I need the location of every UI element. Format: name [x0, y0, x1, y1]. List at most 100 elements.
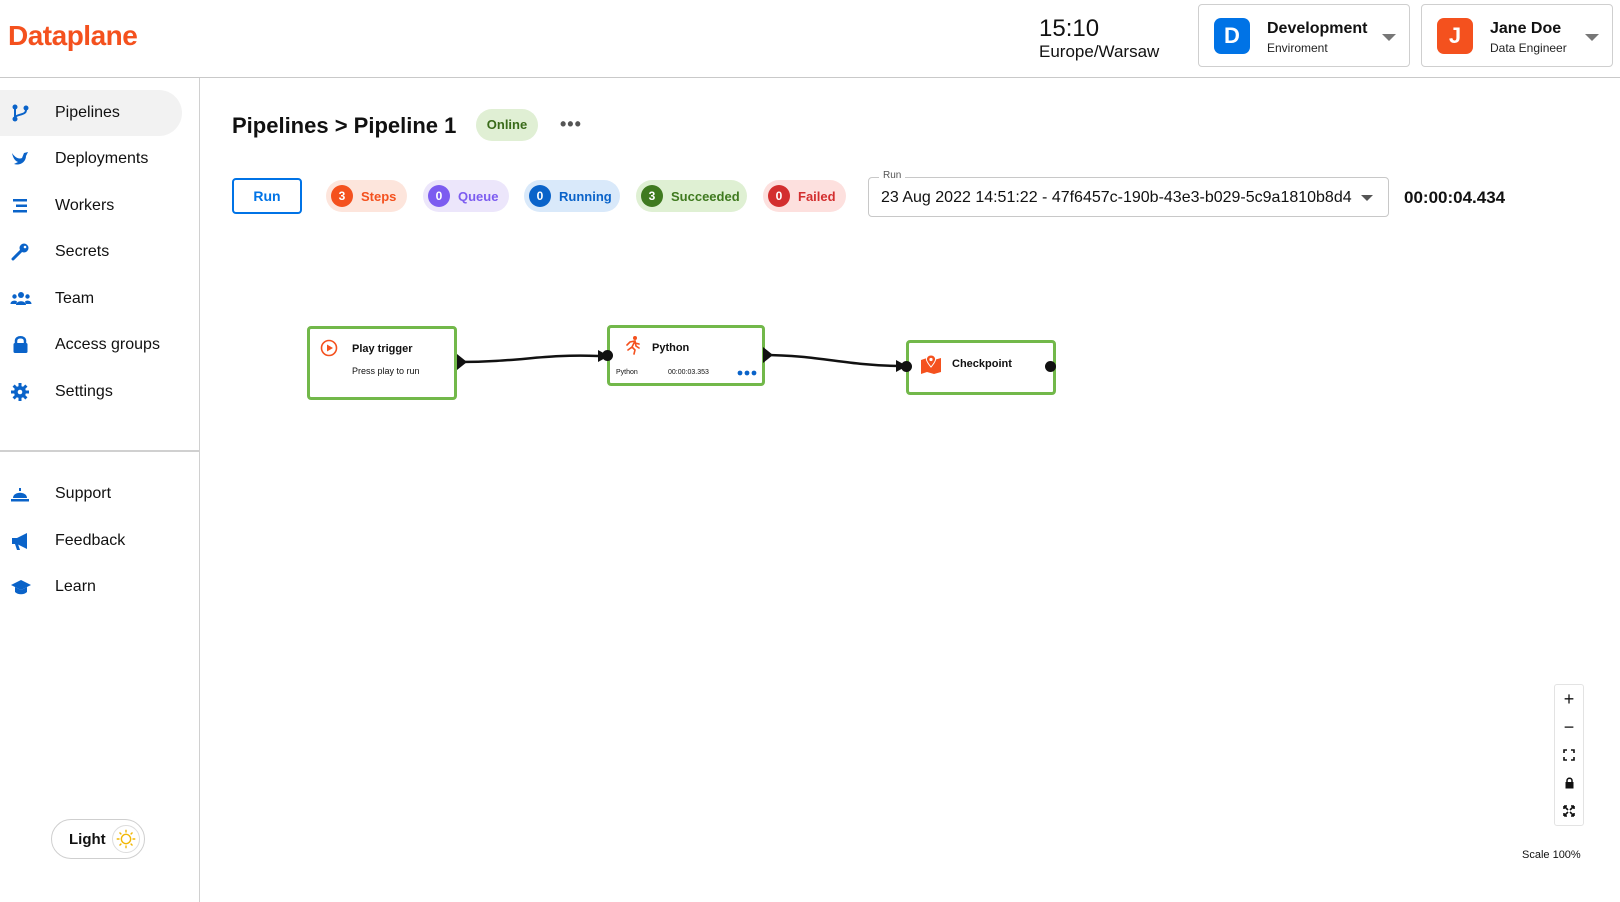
sidebar-item-label: Settings — [55, 383, 113, 400]
queue-count: 0 — [428, 185, 450, 207]
sidebar-item-label: Feedback — [55, 532, 126, 549]
theme-label: Light — [69, 831, 106, 848]
lock-canvas-button[interactable] — [1555, 769, 1583, 797]
elapsed-time: 00:00:04.434 — [1404, 188, 1506, 207]
sidebar-item-support[interactable]: Support — [0, 471, 182, 517]
sidebar-item-learn[interactable]: Learn — [0, 564, 182, 610]
zoom-in-button[interactable]: + — [1555, 685, 1583, 713]
sidebar-item-label: Secrets — [55, 243, 110, 260]
chevron-down-icon — [1585, 34, 1599, 41]
graduation-cap-icon — [11, 580, 31, 595]
list-icon — [13, 199, 27, 213]
sidebar-item-label: Workers — [55, 197, 115, 214]
key-icon — [11, 243, 29, 261]
failed-counter: 0 Failed — [763, 180, 846, 212]
node-menu-icon[interactable] — [737, 369, 757, 377]
user-name: Jane Doe — [1490, 20, 1562, 37]
sidebar-item-feedback[interactable]: Feedback — [0, 518, 182, 564]
sidebar-item-label: Team — [55, 290, 95, 307]
sidebar-item-label: Deployments — [55, 150, 149, 167]
output-port[interactable] — [457, 354, 467, 370]
node-title: Checkpoint — [952, 358, 1012, 370]
theme-toggle[interactable]: Light — [51, 819, 145, 859]
clock-timezone: Europe/Warsaw — [1039, 42, 1160, 61]
edge-trigger-python — [458, 354, 599, 364]
node-type: Python — [616, 369, 638, 376]
node-duration: 00:00:03.353 — [668, 369, 709, 376]
node-play-trigger[interactable]: Play trigger Press play to run — [307, 326, 457, 400]
sidebar-item-deployments[interactable]: Deployments — [0, 136, 182, 182]
run-select-value: 23 Aug 2022 14:51:22 - 47f6457c-190b-43e… — [881, 189, 1352, 206]
running-person-icon — [626, 336, 640, 355]
lock-icon — [1565, 777, 1573, 789]
input-port[interactable] — [602, 350, 613, 361]
sidebar-item-team[interactable]: Team — [0, 276, 182, 322]
breadcrumb: Pipelines > Pipeline 1 — [232, 113, 457, 138]
megaphone-icon — [12, 533, 27, 550]
sidebar-item-label: Access groups — [55, 336, 160, 353]
chevron-down-icon — [1361, 195, 1373, 201]
user-role: Data Engineer — [1490, 41, 1567, 55]
sidebar-item-settings[interactable]: Settings — [0, 369, 182, 415]
environment-selector[interactable]: D Development Enviroment — [1198, 4, 1410, 67]
sidebar-item-access-groups[interactable]: Access groups — [0, 322, 182, 368]
scale-label: Scale 100% — [1522, 849, 1581, 861]
succeeded-label: Succeeded — [671, 189, 740, 204]
clock: 15:10 Europe/Warsaw — [1039, 16, 1159, 62]
environment-name: Development — [1267, 20, 1368, 37]
sidebar-item-label: Pipelines — [55, 104, 120, 121]
steps-count: 3 — [331, 185, 353, 207]
play-circle-icon[interactable] — [320, 339, 338, 357]
edge-python-checkpoint — [760, 353, 900, 368]
user-menu[interactable]: J Jane Doe Data Engineer — [1421, 4, 1613, 67]
clock-time: 15:10 — [1039, 15, 1100, 42]
sidebar: Pipelines Deployments Workers Secrets Te… — [0, 78, 200, 902]
environment-label: Enviroment — [1267, 41, 1328, 55]
node-title: Play trigger — [352, 343, 413, 355]
running-count: 0 — [529, 185, 551, 207]
steps-label: Steps — [361, 189, 397, 204]
succeeded-counter: 3 Succeeded — [636, 180, 747, 212]
input-port[interactable] — [901, 361, 912, 372]
fit-view-icon — [1563, 749, 1575, 761]
sidebar-divider — [0, 450, 199, 452]
output-port[interactable] — [1045, 361, 1056, 372]
map-pin-icon — [921, 354, 941, 374]
pipeline-canvas[interactable]: Play trigger Press play to run Python Py… — [201, 240, 1620, 902]
sun-icon — [112, 825, 140, 853]
sidebar-item-pipelines[interactable]: Pipelines — [0, 90, 182, 136]
more-options-button[interactable]: ••• — [560, 114, 582, 135]
status-badge: Online — [476, 109, 538, 141]
queue-counter: 0 Queue — [423, 180, 509, 212]
app-logo[interactable]: Dataplane — [8, 20, 138, 52]
node-python[interactable]: Python Python 00:00:03.353 — [607, 325, 765, 386]
sidebar-item-label: Support — [55, 485, 112, 502]
succeeded-count: 3 — [641, 185, 663, 207]
failed-label: Failed — [798, 189, 836, 204]
node-title: Python — [652, 342, 690, 354]
sidebar-item-secrets[interactable]: Secrets — [0, 229, 182, 275]
user-avatar: J — [1437, 18, 1473, 54]
run-button[interactable]: Run — [232, 178, 302, 214]
sidebar-item-workers[interactable]: Workers — [0, 183, 182, 229]
node-checkpoint[interactable]: Checkpoint — [906, 340, 1056, 395]
chevron-down-icon — [1382, 34, 1396, 41]
zoom-out-button[interactable]: − — [1555, 713, 1583, 741]
run-select-legend: Run — [879, 170, 906, 181]
people-icon — [10, 292, 32, 305]
gear-icon — [11, 383, 29, 401]
steps-counter: 3 Steps — [326, 180, 407, 212]
sidebar-item-label: Learn — [55, 578, 96, 595]
bird-icon — [12, 152, 28, 165]
fit-view-button[interactable] — [1555, 741, 1583, 769]
queue-label: Queue — [458, 189, 499, 204]
node-description: Press play to run — [352, 366, 420, 376]
output-port[interactable] — [763, 347, 773, 363]
pipeline-icon — [12, 104, 29, 122]
top-header: Dataplane 15:10 Europe/Warsaw D Developm… — [0, 0, 1620, 78]
run-select[interactable]: Run 23 Aug 2022 14:51:22 - 47f6457c-190b… — [868, 170, 1389, 217]
expand-icon — [1563, 805, 1575, 817]
fullscreen-button[interactable] — [1555, 797, 1583, 825]
failed-count: 0 — [768, 185, 790, 207]
lock-icon — [13, 336, 28, 353]
